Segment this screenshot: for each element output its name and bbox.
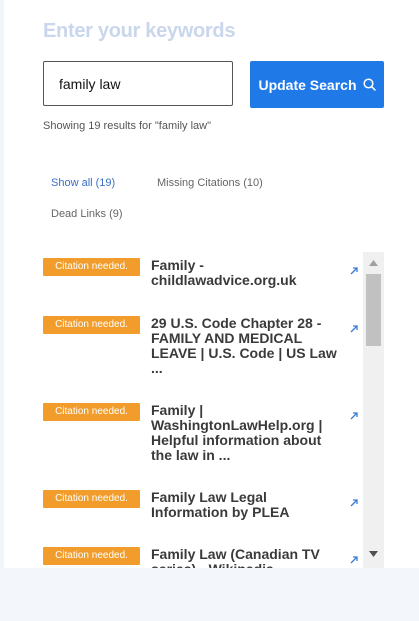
tab-dead-links[interactable]: Dead Links (9) [51,208,123,220]
external-link-icon[interactable] [349,552,359,564]
citation-needed-badge: Citation needed. [43,490,140,508]
results-list: Citation needed. Family - childlawadvice… [43,252,363,568]
result-title-link[interactable]: Family - childlawadvice.org.uk [151,258,341,288]
external-link-icon[interactable] [349,408,359,420]
left-edge-strip [0,0,4,621]
result-title-link[interactable]: Family Law Legal Information by PLEA [151,490,341,520]
scroll-up-arrow-icon[interactable] [363,256,384,272]
scroll-down-arrow-icon[interactable] [363,546,384,562]
external-link-icon[interactable] [349,263,359,275]
citation-needed-badge: Citation needed. [43,316,140,334]
scroll-thumb[interactable] [366,274,381,346]
results-count: Showing 19 results for "family law" [43,120,211,132]
citation-needed-badge: Citation needed. [43,403,140,421]
search-icon [362,78,376,91]
results-scrollbar[interactable] [363,252,384,568]
tab-missing-citations[interactable]: Missing Citations (10) [157,177,263,189]
footer-band [0,568,419,621]
citation-needed-badge: Citation needed. [43,258,140,276]
update-search-label: Update Search [258,76,357,93]
page-title: Enter your keywords [43,20,236,42]
update-search-button[interactable]: Update Search [250,61,384,108]
tab-show-all[interactable]: Show all (19) [51,177,115,189]
external-link-icon[interactable] [349,321,359,333]
result-title-link[interactable]: Family | WashingtonLawHelp.org | Helpful… [151,403,341,463]
search-input[interactable] [43,61,233,106]
result-title-link[interactable]: 29 U.S. Code Chapter 28 - FAMILY AND MED… [151,316,341,376]
result-title-link[interactable]: Family Law (Canadian TV series) - Wikipe… [151,547,341,569]
citation-needed-badge: Citation needed. [43,547,140,565]
external-link-icon[interactable] [349,495,359,507]
